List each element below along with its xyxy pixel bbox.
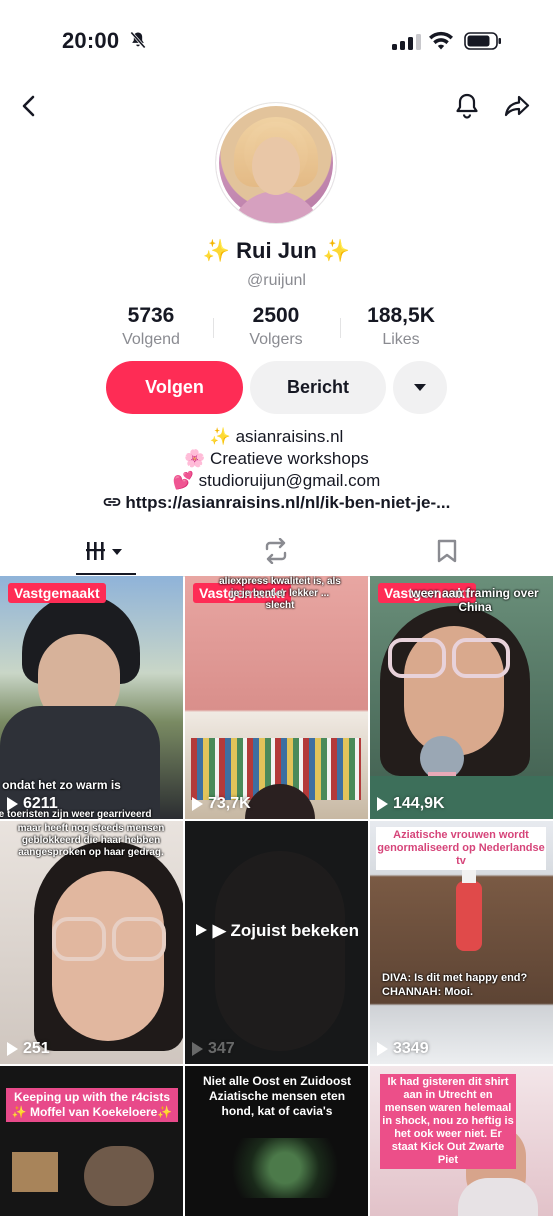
play-icon — [377, 1042, 388, 1056]
video-thumbnail[interactable]: Ik had gisteren dit shirt aan in Utrecht… — [370, 1066, 553, 1216]
share-icon[interactable] — [502, 91, 532, 121]
play-icon — [7, 797, 18, 811]
video-overlay-text: aliexpress kwaliteit is, als je je bent … — [219, 576, 341, 611]
follow-button[interactable]: Volgen — [106, 361, 243, 414]
play-icon — [192, 797, 203, 811]
message-button[interactable]: Bericht — [250, 361, 386, 414]
play-icon — [195, 924, 207, 936]
view-count: 3349 — [377, 1040, 429, 1058]
play-icon — [7, 1042, 18, 1056]
video-overlay-text: ondat het zo warm is — [2, 778, 121, 792]
video-thumbnail[interactable]: Keeping up with the r4cists ✨ Moffel van… — [0, 1066, 183, 1216]
link-icon — [103, 498, 120, 506]
view-count: 6211 — [7, 795, 58, 813]
view-count: 73,7K — [192, 795, 251, 813]
view-count: 251 — [7, 1040, 50, 1058]
stat-likes[interactable]: 188,5K Likes — [331, 304, 471, 349]
bio-line: ✨ asianraisins.nl — [209, 427, 344, 446]
profile-link[interactable]: https://asianraisins.nl/nl/ik-ben-niet-j… — [0, 492, 553, 514]
recently-watched-label: ▶ Zojuist bekeken — [185, 921, 368, 941]
video-thumbnail[interactable]: ▶ Zojuist bekeken 347 — [185, 821, 368, 1064]
video-overlay-text: maar heeft nog steeds mensen geblokkeerd… — [17, 823, 165, 858]
video-thumbnail[interactable]: Vastgemaakt aliexpress kwaliteit is, als… — [185, 576, 368, 819]
bookmark-icon — [437, 539, 457, 563]
active-tab-indicator — [76, 573, 136, 575]
video-overlay-text: weer aan framing over China — [411, 586, 539, 614]
status-time: 20:00 — [62, 28, 120, 53]
video-grid: Vastgemaakt ondat het zo warm is De toer… — [0, 576, 553, 1216]
battery-icon — [464, 32, 501, 50]
bio: ✨ asianraisins.nl 🌸 Creatieve workshops … — [0, 426, 553, 514]
tab-saved[interactable] — [355, 526, 539, 576]
avatar[interactable] — [216, 103, 336, 223]
video-thumbnail[interactable]: Vastgemaakt ondat het zo warm is De toer… — [0, 576, 183, 819]
chevron-down-icon — [414, 384, 426, 391]
play-icon — [377, 797, 388, 811]
video-overlay-text: Aziatische vrouwen wordt genormaliseerd … — [376, 827, 546, 870]
videos-grid-icon — [86, 542, 122, 560]
notification-bell-icon[interactable] — [452, 91, 482, 121]
stat-followers-value: 2500 — [252, 304, 300, 327]
more-options-button[interactable] — [393, 361, 447, 414]
stat-likes-value: 188,5K — [367, 304, 435, 327]
cellular-signal-icon — [392, 34, 421, 50]
video-overlay-text: Niet alle Oost en Zuidoost Aziatische me… — [202, 1074, 351, 1118]
view-count: 144,9K — [377, 795, 445, 813]
video-overlay-text: Ik had gisteren dit shirt aan in Utrecht… — [380, 1074, 516, 1169]
stat-followers-label: Volgers — [249, 331, 303, 348]
video-overlay-text: Keeping up with the r4cists ✨ Moffel van… — [6, 1088, 178, 1122]
stat-following-value: 5736 — [127, 304, 175, 327]
profile-handle: @ruijunl — [247, 272, 306, 289]
stat-following-label: Volgend — [122, 331, 180, 348]
repost-icon — [265, 538, 287, 564]
video-thumbnail[interactable]: Aziatische vrouwen wordt genormaliseerd … — [370, 821, 553, 1064]
tab-reposts[interactable] — [184, 526, 368, 576]
stat-followers[interactable]: 2500 Volgers — [206, 304, 346, 349]
profile-link-text: https://asianraisins.nl/nl/ik-ben-niet-j… — [125, 493, 451, 512]
tab-videos[interactable] — [14, 526, 198, 576]
back-arrow-icon[interactable] — [14, 91, 44, 121]
content-tabs — [0, 526, 553, 577]
stat-likes-label: Likes — [382, 331, 420, 348]
bio-line: 🌸 Creatieve workshops — [184, 449, 369, 468]
video-overlay-text: DIVA: Is dit met happy end? — [382, 972, 528, 984]
video-overlay-text: CHANNAH: Mooi. — [382, 986, 474, 998]
bio-line: 💕 studioruijun@gmail.com — [172, 471, 381, 490]
pinned-badge: Vastgemaakt — [8, 583, 106, 603]
stat-following[interactable]: 5736 Volgend — [81, 304, 221, 349]
bell-muted-icon — [130, 31, 146, 49]
view-count: 347 — [192, 1040, 235, 1058]
video-thumbnail[interactable]: maar heeft nog steeds mensen geblokkeerd… — [0, 821, 183, 1064]
video-thumbnail[interactable]: Vastgemaakt weer aan framing over China … — [370, 576, 553, 819]
video-thumbnail[interactable]: Niet alle Oost en Zuidoost Aziatische me… — [185, 1066, 368, 1216]
profile-name: ✨ Rui Jun ✨ — [202, 238, 351, 263]
wifi-icon — [429, 31, 453, 50]
play-icon — [192, 1042, 203, 1056]
